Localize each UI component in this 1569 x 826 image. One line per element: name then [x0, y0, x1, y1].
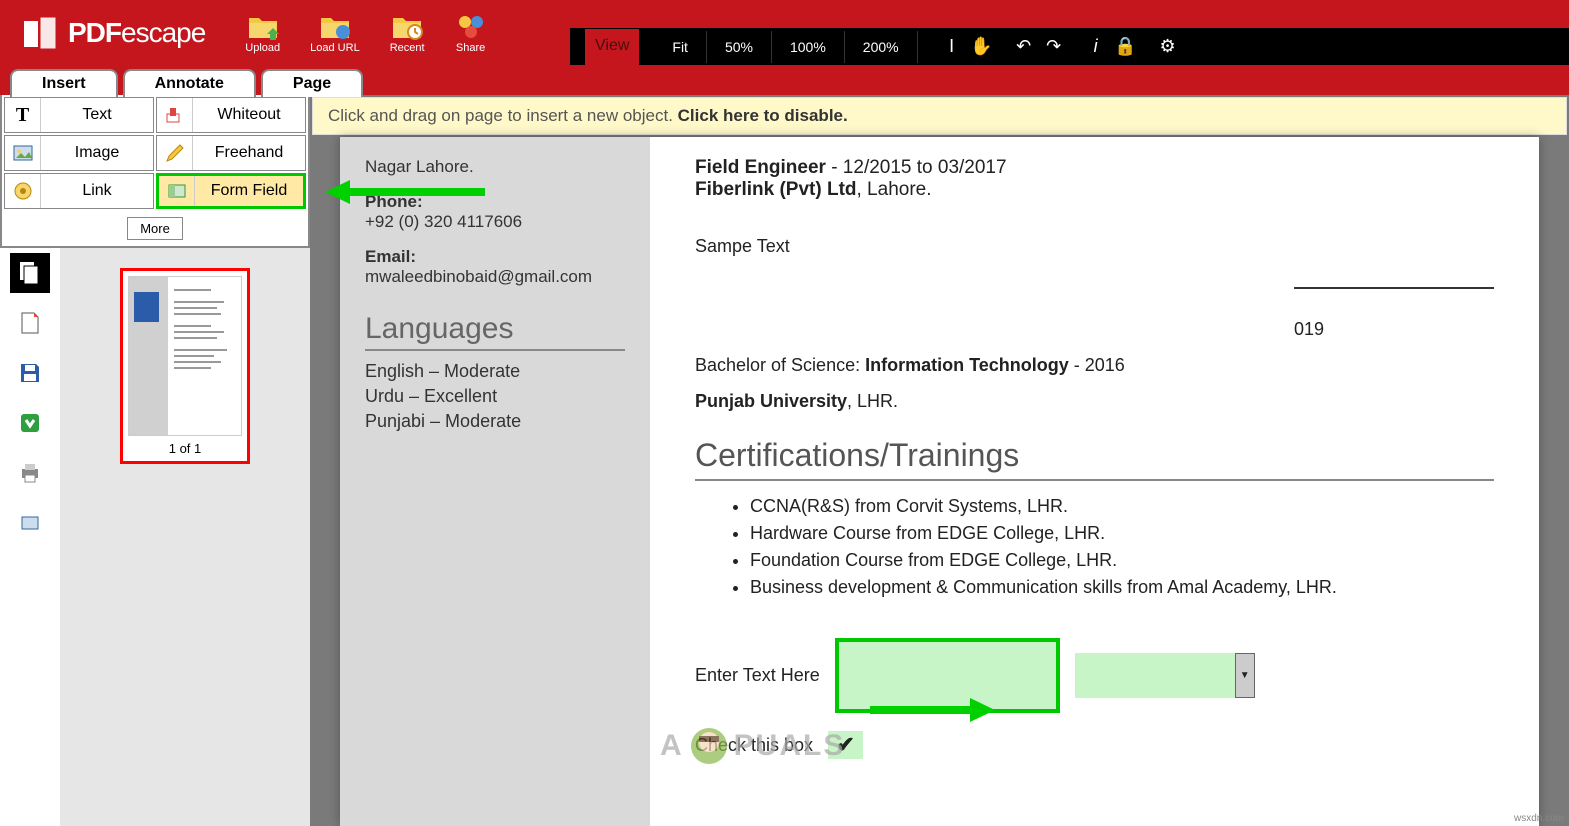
phone-text: +92 (0) 320 4117606	[365, 212, 625, 232]
pencil-icon	[157, 136, 193, 170]
tab-page[interactable]: Page	[261, 69, 363, 97]
form-icon[interactable]	[10, 503, 50, 543]
share-icon	[455, 12, 487, 40]
lang-item: English – Moderate	[365, 361, 625, 382]
folder-upload-icon	[247, 12, 279, 40]
annotation-arrow-icon	[870, 695, 995, 725]
text-cursor-icon[interactable]: I	[938, 33, 966, 61]
cert-item: Foundation Course from EDGE College, LHR…	[750, 550, 1494, 571]
cert-list: CCNA(R&S) from Corvit Systems, LHR. Hard…	[695, 496, 1494, 598]
source-tag: wsxdn.com	[1514, 813, 1564, 824]
cert-item: Business development & Communication ski…	[750, 577, 1494, 598]
resume-main: Field Engineer - 12/2015 to 03/2017 Fibe…	[650, 137, 1539, 826]
redo-icon[interactable]: ↷	[1040, 33, 1068, 61]
page-red-icon[interactable]	[10, 303, 50, 343]
enter-text-label: Enter Text Here	[695, 665, 820, 686]
job-entry: Field Engineer - 12/2015 to 03/2017	[695, 157, 1494, 179]
settings-icon[interactable]: ⚙	[1154, 33, 1182, 61]
degree-uni: Punjab University, LHR.	[695, 391, 1494, 412]
cert-item: CCNA(R&S) from Corvit Systems, LHR.	[750, 496, 1494, 517]
link-icon	[5, 174, 41, 208]
share-label: Share	[456, 42, 485, 54]
resume-sidebar: Nagar Lahore. Phone: +92 (0) 320 4117606…	[340, 137, 650, 826]
loadurl-button[interactable]: Load URL	[310, 12, 360, 54]
dropdown-form-field[interactable]: ▼	[1075, 653, 1255, 698]
lang-item: Punjabi – Moderate	[365, 411, 625, 432]
zoom-50-button[interactable]: 50%	[707, 31, 772, 63]
chevron-down-icon[interactable]: ▼	[1235, 653, 1255, 698]
languages-heading: Languages	[365, 312, 625, 351]
folder-url-icon	[319, 12, 351, 40]
upload-button[interactable]: Upload	[245, 12, 280, 54]
undo-icon[interactable]: ↶	[1010, 33, 1038, 61]
top-buttons: Upload Load URL Recent Share	[245, 12, 486, 54]
degree-line: Bachelor of Science: Information Technol…	[695, 355, 1494, 376]
sample-text: Sampe Text	[695, 236, 1494, 257]
whiteout-icon	[157, 98, 193, 132]
zoom-fit-button[interactable]: Fit	[654, 31, 707, 63]
share-button[interactable]: Share	[455, 12, 487, 54]
tool-panel: T Text Whiteout Image Freehand Lin	[0, 95, 310, 248]
hint-disable-link[interactable]: Click here to disable.	[678, 106, 848, 125]
tool-freehand[interactable]: Freehand	[156, 135, 306, 171]
tab-insert[interactable]: Insert	[10, 69, 118, 97]
logo-icon	[20, 13, 60, 53]
image-tool-icon	[5, 136, 41, 170]
email-label: Email:	[365, 247, 625, 267]
watermark: A PUALS	[660, 726, 845, 766]
pages-panel-icon[interactable]	[10, 253, 50, 293]
folder-recent-icon	[391, 12, 423, 40]
thumbnail-label: 1 of 1	[128, 441, 242, 456]
print-icon[interactable]	[10, 453, 50, 493]
lock-icon[interactable]: 🔒	[1112, 33, 1140, 61]
zoom-200-button[interactable]: 200%	[845, 31, 918, 63]
view-label: View	[585, 29, 639, 65]
tool-whiteout[interactable]: Whiteout	[156, 97, 306, 133]
tab-annotate[interactable]: Annotate	[123, 69, 256, 97]
text-tool-icon: T	[5, 98, 41, 132]
more-button[interactable]: More	[127, 217, 183, 240]
cert-item: Hardware Course from EDGE College, LHR.	[750, 523, 1494, 544]
recent-label: Recent	[390, 42, 425, 54]
tool-image[interactable]: Image	[4, 135, 154, 171]
hint-bar: Click and drag on page to insert a new o…	[312, 97, 1567, 135]
tool-text[interactable]: T Text	[4, 97, 154, 133]
hand-tool-icon[interactable]: ✋	[968, 33, 996, 61]
address-text: Nagar Lahore.	[365, 157, 625, 177]
underline-field	[1294, 287, 1494, 289]
page-thumbnail[interactable]: 1 of 1	[120, 268, 250, 464]
tool-form-field[interactable]: Form Field	[156, 173, 306, 209]
logo-text: PDFescape	[68, 17, 205, 49]
thumbnail-panel: 1 of 1	[60, 248, 310, 826]
watermark-icon	[689, 726, 729, 766]
cert-heading: Certifications/Trainings	[695, 437, 1494, 481]
save-icon[interactable]	[10, 353, 50, 393]
year-text: 019	[695, 319, 1494, 340]
form-field-icon	[159, 176, 195, 206]
upload-label: Upload	[245, 42, 280, 54]
job-company: Fiberlink (Pvt) Ltd, Lahore.	[695, 179, 1494, 201]
annotation-arrow-icon	[325, 177, 485, 207]
recent-button[interactable]: Recent	[390, 12, 425, 54]
app-logo: PDFescape	[20, 13, 205, 53]
view-bar: View Fit 50% 100% 200% I ✋ ↶ ↷ i 🔒 ⚙	[570, 28, 1569, 65]
tab-bar: Insert Annotate Page	[0, 65, 1569, 95]
info-icon[interactable]: i	[1082, 33, 1110, 61]
form-field-row: Enter Text Here ▼	[695, 638, 1494, 713]
email-text: mwaleedbinobaid@gmail.com	[365, 267, 625, 287]
download-icon[interactable]	[10, 403, 50, 443]
zoom-100-button[interactable]: 100%	[772, 31, 845, 63]
loadurl-label: Load URL	[310, 42, 360, 54]
tool-link[interactable]: Link	[4, 173, 154, 209]
lang-item: Urdu – Excellent	[365, 386, 625, 407]
left-icon-strip	[0, 248, 60, 826]
